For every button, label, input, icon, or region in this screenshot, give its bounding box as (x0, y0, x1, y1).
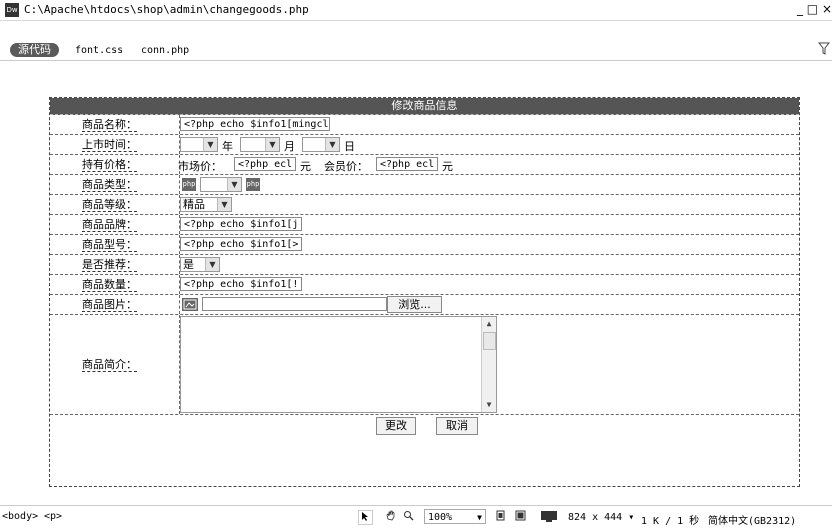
member-price-unit: 元 (442, 160, 453, 173)
chevron-down-icon: ▼ (477, 513, 482, 522)
tag-selector-p[interactable]: <p> (44, 511, 62, 522)
image-path-input[interactable] (202, 297, 387, 311)
label-date: 上市时间： (82, 137, 137, 152)
label-name: 商品名称： (82, 117, 137, 132)
month-unit: 月 (284, 140, 295, 153)
row-price: 持有价格： 市场价： <?php ecl 元 会员价： <?php ecl 元 (50, 155, 799, 175)
dreamweaver-app-icon: Dw (5, 3, 19, 17)
row-brand: 商品品牌： <?php echo $info1[j (50, 215, 799, 235)
model-input[interactable]: <?php echo $info1[> (180, 237, 302, 251)
php-code-icon: php (246, 178, 260, 191)
row-grade: 商品等级： 精品 ▼ (50, 195, 799, 215)
row-intro: 商品简介： ▲ ▼ (50, 315, 799, 415)
cancel-button[interactable]: 取消 (436, 417, 478, 435)
chevron-down-icon: ▼ (325, 138, 339, 151)
label-brand: 商品品牌： (82, 217, 137, 232)
window-controls: _ □ × (797, 2, 832, 16)
row-image: 商品图片： 浏览... (50, 295, 799, 315)
row-model: 商品型号： <?php echo $info1[> (50, 235, 799, 255)
label-recommend: 是否推荐： (82, 257, 137, 272)
type-select[interactable]: ▼ (200, 177, 242, 192)
source-code-tab[interactable]: 源代码 (10, 43, 59, 57)
intro-textarea[interactable]: ▲ ▼ (180, 316, 497, 413)
label-price: 持有价格： (82, 157, 137, 172)
recommend-select[interactable]: 是 ▼ (180, 257, 220, 272)
day-unit: 日 (344, 140, 355, 153)
hand-tool-icon[interactable] (384, 510, 397, 523)
row-quantity: 商品数量： <?php echo $info1[! (50, 275, 799, 295)
close-button[interactable]: × (822, 2, 832, 16)
minimize-button[interactable]: _ (797, 2, 803, 16)
brand-input[interactable]: <?php echo $info1[j (180, 217, 302, 231)
filter-icon[interactable] (817, 42, 831, 59)
medium-window-icon[interactable] (514, 510, 527, 523)
row-buttons: 更改 取消 (50, 415, 799, 437)
year-select[interactable]: ▼ (180, 137, 218, 152)
name-input[interactable]: <?php echo $info1[mingcl (180, 117, 330, 131)
label-intro: 商品简介： (82, 357, 137, 372)
month-select[interactable]: ▼ (240, 137, 280, 152)
label-image: 商品图片： (82, 297, 137, 312)
zoom-select[interactable]: 100% ▼ (424, 509, 486, 524)
submit-button[interactable]: 更改 (376, 417, 416, 435)
chevron-down-icon: ▼ (265, 138, 279, 151)
chevron-down-icon: ▼ (217, 198, 231, 211)
scroll-up-icon[interactable]: ▲ (483, 318, 495, 330)
goods-form-table: 修改商品信息 商品名称： <?php echo $info1[mingcl 上市… (49, 97, 800, 487)
chevron-down-icon: ▼ (227, 178, 241, 191)
file-field-icon (182, 298, 198, 311)
label-grade: 商品等级： (82, 197, 137, 212)
encoding-readout: 简体中文(GB2312) (708, 516, 797, 527)
browse-button[interactable]: 浏览... (387, 296, 442, 313)
design-view[interactable]: 修改商品信息 商品名称： <?php echo $info1[mingcl 上市… (0, 60, 832, 505)
label-type: 商品类型： (82, 177, 137, 192)
window-title: C:\Apache\htdocs\shop\admin\changegoods.… (24, 3, 309, 16)
member-price-input[interactable]: <?php ecl (376, 157, 438, 171)
label-model: 商品型号： (82, 237, 137, 252)
status-bar: <body> <p> 100% ▼ 824 x 444 ▾ 1 K / 1 秒 简… (0, 505, 832, 528)
row-recommend: 是否推荐： 是 ▼ (50, 255, 799, 275)
year-unit: 年 (222, 140, 233, 153)
scroll-down-icon[interactable]: ▼ (483, 399, 495, 411)
market-price-label: 市场价： (178, 160, 222, 173)
quantity-input[interactable]: <?php echo $info1[! (180, 277, 302, 291)
market-price-unit: 元 (300, 160, 311, 173)
textarea-scrollbar[interactable]: ▲ ▼ (481, 317, 496, 412)
window-size-readout[interactable]: 824 x 444 ▾ (568, 512, 634, 523)
file-size-readout: 1 K / 1 秒 (641, 516, 700, 527)
small-window-icon[interactable] (494, 510, 507, 523)
member-price-label: 会员价： (324, 160, 368, 173)
maximize-button[interactable]: □ (807, 2, 818, 16)
label-quantity: 商品数量： (82, 277, 137, 292)
chevron-down-icon: ▼ (205, 258, 219, 271)
row-date: 上市时间： ▼ 年 ▼ 月 ▼ 日 (50, 135, 799, 155)
window-titlebar: Dw C:\Apache\htdocs\shop\admin\changegoo… (0, 0, 832, 21)
php-code-icon: php (182, 178, 196, 191)
related-files-bar: 源代码 font.css conn.php (0, 40, 832, 60)
pointer-tool-icon[interactable] (358, 510, 373, 525)
related-file-conn-php[interactable]: conn.php (141, 45, 189, 56)
form-header: 修改商品信息 (50, 98, 799, 115)
market-price-input[interactable]: <?php ecl (234, 157, 296, 171)
tag-selector-body[interactable]: <body> (2, 511, 38, 522)
row-name: 商品名称： <?php echo $info1[mingcl (50, 115, 799, 135)
related-file-font-css[interactable]: font.css (75, 45, 123, 56)
day-select[interactable]: ▼ (302, 137, 340, 152)
row-type: 商品类型： php ▼ php (50, 175, 799, 195)
grade-select[interactable]: 精品 ▼ (180, 197, 232, 212)
monitor-icon[interactable] (540, 510, 558, 523)
zoom-tool-icon[interactable] (402, 510, 415, 523)
chevron-down-icon: ▼ (203, 138, 217, 151)
scroll-thumb[interactable] (483, 332, 496, 350)
